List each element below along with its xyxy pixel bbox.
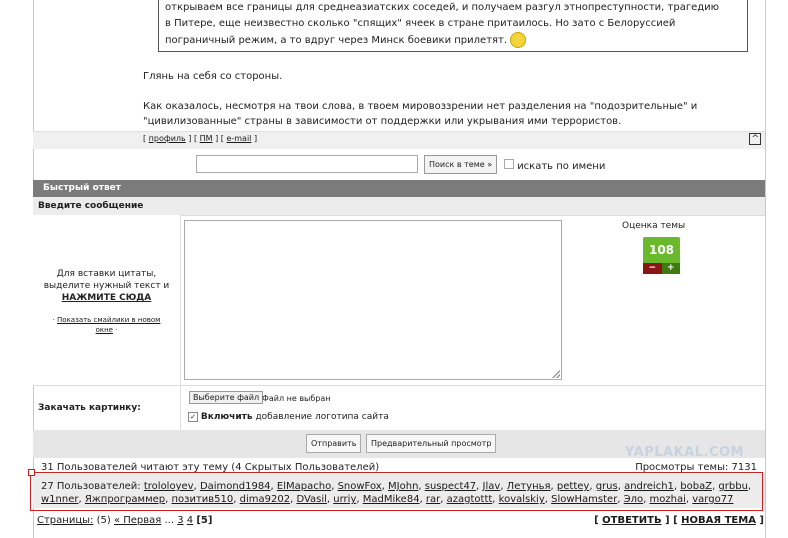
quick-reply-header: Быстрый ответ	[33, 180, 765, 197]
show-smilies-link[interactable]: Показать смайлики в новом	[57, 316, 160, 324]
pages-dots: ...	[161, 515, 178, 526]
topic-search-button[interactable]: Поиск в теме »	[424, 155, 498, 174]
logo-option[interactable]: ✓ Включить добавление логотипа сайта	[188, 412, 389, 422]
quote-block: открываем все границы для среднеазиатски…	[158, 0, 748, 52]
quote-line: открываем все границы для среднеазиатски…	[165, 2, 720, 13]
bracket: [	[143, 134, 147, 143]
logo-checkbox[interactable]: ✓	[188, 412, 198, 422]
topic-rating: 108 − +	[643, 237, 680, 277]
logo-bold: Включить	[200, 412, 253, 422]
content-right-border	[765, 0, 766, 538]
rating-value: 108	[643, 237, 680, 263]
quote-line: в Питере, еще неизвестно сколько "спящих…	[165, 18, 676, 29]
message-textarea[interactable]	[184, 220, 562, 380]
scroll-top-button[interactable]: ^	[749, 133, 761, 145]
reply-button[interactable]: ОТВЕТИТЬ	[602, 515, 661, 526]
show-smilies-link-cont[interactable]: окне	[96, 326, 113, 334]
quote-hint-text: Для вставки цитаты,	[56, 269, 157, 279]
highlight-handle	[28, 469, 35, 476]
topic-search-input[interactable]	[196, 155, 418, 173]
bracket: ]	[755, 515, 764, 526]
quote-hint: Для вставки цитаты, выделите нужный текс…	[33, 268, 180, 304]
choose-file-button[interactable]: Выберите файл	[189, 391, 264, 404]
upload-row: Закачать картинку:	[33, 385, 765, 431]
post-links: [ профиль ] [ ПМ ] [ e-mail ]	[143, 134, 257, 143]
send-button[interactable]: Отправить	[306, 434, 362, 453]
pm-link[interactable]: ПМ	[200, 134, 213, 143]
new-topic-button[interactable]: НОВАЯ ТЕМА	[681, 515, 756, 526]
bracket: ] [	[661, 515, 682, 526]
reply-actions: [ ОТВЕТИТЬ ] [ НОВАЯ ТЕМА ]	[594, 515, 764, 526]
reply-helper-cell: Для вставки цитаты, выделите нужный текс…	[33, 215, 181, 385]
highlight-box	[30, 472, 763, 511]
current-page: [5]	[196, 515, 213, 526]
post-paragraph: Как оказалось, несмотря на твои слова, в…	[143, 99, 697, 129]
upload-label: Закачать картинку:	[38, 403, 141, 413]
pages-label[interactable]: Страницы:	[37, 515, 93, 526]
insert-quote-button[interactable]: НАЖМИТЕ СЮДА	[33, 292, 180, 304]
rating-plus-button[interactable]: +	[661, 263, 680, 274]
post-links-bar: [ профиль ] [ ПМ ] [ e-mail ] ^	[33, 131, 765, 149]
dot: ·	[115, 326, 118, 334]
post-paragraph: Глянь на себя со стороны.	[143, 71, 283, 82]
smilies-link-block: · Показать смайлики в новом окне ·	[33, 315, 180, 335]
post-line: "цивилизованные" страны в зависимости от…	[143, 116, 622, 127]
site-watermark: YAPLAKAL.COM	[625, 445, 744, 460]
divider	[180, 386, 181, 431]
pagination: Страницы: (5) « Первая ... 3 4 [5]	[37, 515, 212, 526]
page-link-3[interactable]: 3	[177, 515, 183, 526]
quote-line: пограничный режим, а то вдруг через Минс…	[165, 32, 747, 49]
bracket: ] [	[215, 134, 224, 143]
search-by-name-checkbox[interactable]	[504, 159, 514, 169]
first-page-link[interactable]: « Первая	[114, 515, 161, 526]
rating-minus-button[interactable]: −	[643, 263, 662, 274]
file-status: Файл не выбран	[262, 394, 331, 403]
message-label: Введите сообщение	[38, 201, 144, 211]
message-header: Введите сообщение	[33, 197, 765, 216]
quote-line-text: пограничный режим, а то вдруг через Минс…	[165, 35, 508, 46]
logo-text: добавление логотипа сайта	[252, 412, 389, 422]
topic-search-row: Поиск в теме » искать по имени	[0, 155, 788, 177]
rating-label: Оценка темы	[622, 221, 686, 231]
post-line: Как оказалось, несмотря на твои слова, в…	[143, 101, 698, 112]
resize-grip-icon[interactable]	[552, 370, 560, 378]
bracket: ]	[253, 134, 258, 143]
preview-button[interactable]: Предварительный просмотр	[366, 434, 497, 453]
pages-count: (5)	[93, 515, 114, 526]
bracket: ] [	[188, 134, 198, 143]
smiley-icon	[510, 32, 527, 48]
email-link[interactable]: e-mail	[226, 134, 251, 143]
search-by-name-label: искать по имени	[517, 161, 606, 172]
profile-link[interactable]: профиль	[149, 134, 186, 143]
page-link-4[interactable]: 4	[187, 515, 193, 526]
quote-hint-text: выделите нужный текст и	[43, 281, 170, 291]
bracket: [	[594, 515, 603, 526]
quick-reply-title: Быстрый ответ	[43, 183, 121, 193]
dot: ·	[52, 316, 55, 324]
search-by-name[interactable]: искать по имени	[504, 159, 605, 172]
